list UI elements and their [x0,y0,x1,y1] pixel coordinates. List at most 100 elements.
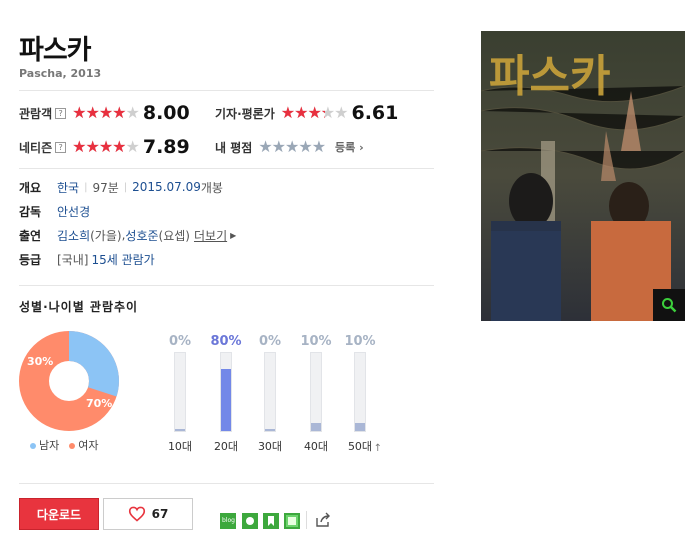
more-cast-link[interactable]: 더보기 [194,227,227,244]
divider [19,168,434,169]
age-bar-pct: 80% [210,334,242,349]
netizen-rating-label: 네티즌 [19,140,53,155]
audience-rating-label: 관람객 [19,106,53,121]
male-dot-icon [30,443,36,449]
heart-icon [128,506,145,522]
arrow-up-icon: ↑ [373,443,382,454]
age-bar-track [220,352,232,432]
trend-title: 성별·나이별 관람추이 [19,300,139,314]
stars-fill: ★★★★★ [72,138,125,156]
release-suffix: 개봉 [200,180,223,195]
age-bar-track [310,352,322,432]
age-bar-track [174,352,186,432]
audience-stars: ★★★★★ ★★★★★ [72,104,140,122]
age-bar-column: 10% 40대 [296,334,336,454]
director-label: 감독 [19,204,42,219]
gender-legend: 남자 여자 [30,437,99,453]
legend-female: 여자 [69,437,99,453]
register-label: 등록 [335,141,356,154]
caret-right-icon: ▶ [230,230,237,240]
register-rating-link[interactable]: 등록 › [335,139,364,155]
my-rating-label: 내 평점 [215,140,253,155]
like-button[interactable]: 67 [103,498,193,530]
male-label: 남자 [39,439,60,452]
poster-image: 파스카 [481,31,685,321]
divider [19,285,434,286]
netizen-score: 7.89 [142,136,190,158]
cast-role-2: (요셉) [158,228,190,243]
help-icon[interactable]: ? [55,107,67,119]
like-count: 67 [151,507,169,521]
critics-stars: ★★★★★ ★★★★★ [280,104,349,122]
separator: | [123,181,128,193]
cast-role-1: (가을) [90,228,122,243]
separator: | [84,181,88,193]
age-bar [265,429,275,431]
cast-row: 출연 김소희 (가을) , 성호준 (요셉) 더보기 ▶ [19,226,236,244]
female-dot-icon [69,443,76,449]
country-link[interactable]: 한국 [57,179,79,196]
director-row: 감독 안선경 [19,202,90,220]
release-date-link[interactable]: 2015.07.09 [132,180,201,194]
age-bar-track [354,352,366,432]
age-bar-column: 80% 20대 [206,334,246,454]
age-bar [355,423,365,431]
cafe-share-icon[interactable] [242,513,258,529]
age-bar-track [264,352,276,432]
blog-share-label: blog [222,517,235,524]
blog-share-icon[interactable]: blog [220,513,236,529]
poster-zoom-button[interactable] [653,289,685,321]
divider [306,511,307,529]
grade-label: 등급 [19,252,42,267]
age-bar-label: 10대 [167,440,193,453]
movie-poster[interactable]: 파스카 [481,31,685,321]
memo-share-icon[interactable] [284,513,300,529]
memo-icon [288,517,296,525]
grade-link[interactable]: 15세 관람가 [91,251,154,268]
my-rating: 내 평점 ★★★★★ 등록 › [215,135,364,159]
bookmark-icon [268,516,274,526]
female-pct-label: 70% [86,397,113,410]
age-bar [175,429,185,431]
netizen-stars: ★★★★★ ★★★★★ [72,138,140,156]
legend-male: 남자 [30,437,59,453]
female-label: 여자 [78,439,99,452]
gender-pie-chart [19,331,119,431]
age-bar [311,423,321,431]
age-bar [221,369,231,431]
audience-rating: 관람객 ? ★★★★★ ★★★★★ 8.00 [19,101,190,125]
poster-title-text: 파스카 [489,51,610,102]
age-bar-pct: 10% [300,334,332,349]
help-icon[interactable]: ? [55,141,67,153]
runtime: 97분 [92,180,119,195]
age-bar-column: 0% 30대 [250,334,290,454]
stars-fill: ★★★★★ [280,104,325,122]
critics-rating-label: 기자·평론가 [215,106,275,121]
age-bar-label: 40대 [303,440,329,453]
divider [19,90,434,91]
grade-row: 등급 [국내] 15세 관람가 [19,250,155,268]
netizen-rating: 네티즌 ? ★★★★★ ★★★★★ 7.89 [19,135,190,159]
cast-link-1[interactable]: 김소희 [57,227,90,244]
age-bar-label: 30대 [257,440,283,453]
magnifier-icon [662,298,677,313]
audience-score: 8.00 [142,102,190,124]
cast-link-2[interactable]: 성호준 [125,227,158,244]
cafe-icon [246,517,254,525]
stars-bg: ★★★★★ [258,137,326,156]
grade-region: [국내] [57,252,89,267]
bookmark-share-icon[interactable] [263,513,279,529]
my-rating-stars[interactable]: ★★★★★ [258,137,326,156]
age-bar-pct: 0% [258,334,282,349]
director-link[interactable]: 안선경 [57,203,90,220]
age-bar-pct: 10% [344,334,376,349]
share-icon[interactable] [315,512,331,528]
download-button[interactable]: 다운로드 [19,498,99,530]
overview-row: 개요 한국 | 97분 | 2015.07.09 개봉 [19,178,223,196]
divider [19,483,434,484]
cast-label: 출연 [19,228,42,243]
male-pct-label: 30% [27,355,54,368]
overview-label: 개요 [19,180,42,195]
stars-fill: ★★★★★ [72,104,126,122]
critics-rating: 기자·평론가 ★★★★★ ★★★★★ 6.61 [215,101,398,125]
